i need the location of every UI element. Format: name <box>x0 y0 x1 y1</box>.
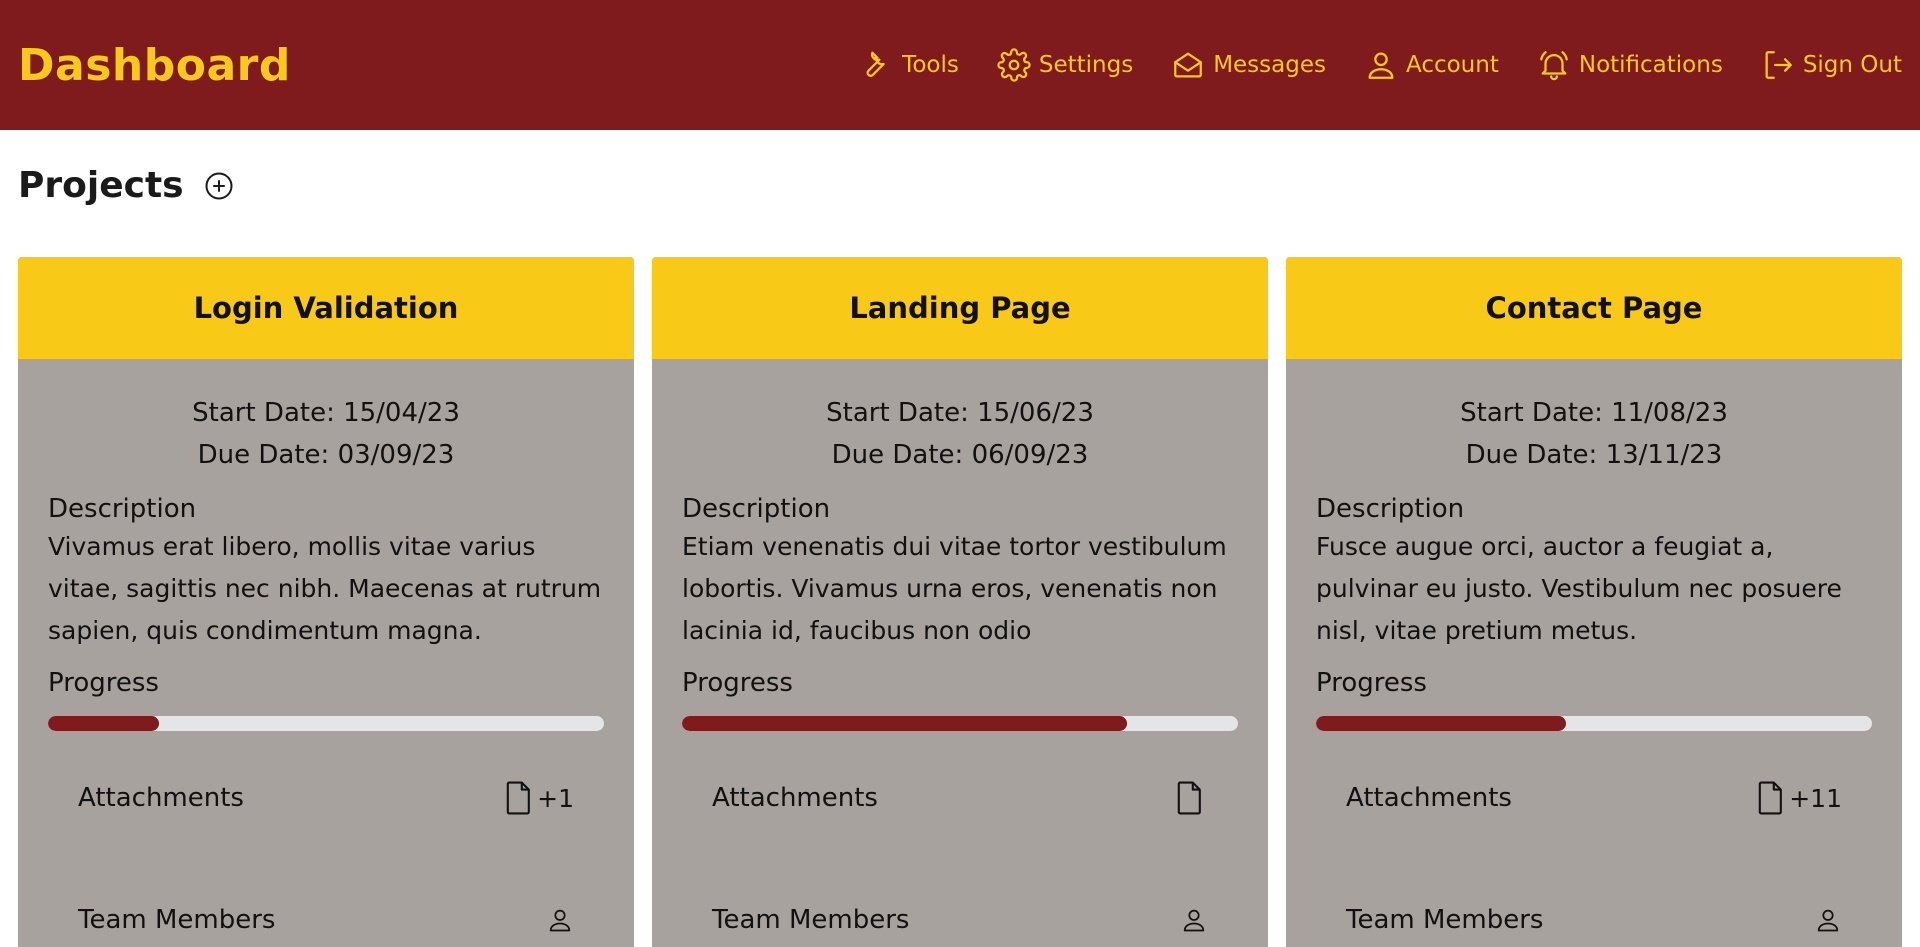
description-label: Description <box>1316 494 1465 524</box>
due-date: Due Date: 03/09/23 <box>197 440 455 470</box>
nav-label: Account <box>1405 52 1499 78</box>
attachments-row[interactable]: Attachments +11 <box>1286 781 1902 815</box>
project-name: Landing Page <box>652 257 1268 359</box>
team-members-label: Team Members <box>1346 905 1544 935</box>
nav-label: Tools <box>902 52 959 78</box>
description-label: Description <box>48 494 197 524</box>
nav-item-tools[interactable]: Tools <box>860 48 959 82</box>
nav-item-notifications[interactable]: Notifications <box>1537 48 1723 82</box>
project-card[interactable]: Landing Page Start Date: 15/06/23 Due Da… <box>652 257 1268 947</box>
top-navbar: Dashboard Tools Settings Messages Accoun… <box>0 0 1920 130</box>
progress-label: Progress <box>48 668 159 698</box>
description-label: Description <box>682 494 831 524</box>
user-icon <box>1368 52 1394 79</box>
start-date: Start Date: 11/08/23 <box>1460 398 1728 428</box>
description-text: Fusce augue orci, auctor a feugiat a, pu… <box>1316 532 1842 645</box>
nav-label: Settings <box>1038 52 1134 78</box>
attachments-label: Attachments <box>1346 783 1512 813</box>
progress-bar <box>1316 716 1872 731</box>
projects-header: Projects <box>18 165 234 206</box>
start-date: Start Date: 15/06/23 <box>826 398 1094 428</box>
nav-label: Notifications <box>1578 52 1723 78</box>
user-icon <box>1183 909 1205 932</box>
app-title[interactable]: Dashboard <box>18 40 291 91</box>
nav-menu: Tools Settings Messages Account Notifica… <box>860 0 1902 130</box>
due-date: Due Date: 06/09/23 <box>831 440 1089 470</box>
description-text: Etiam venenatis dui vitae tortor vestibu… <box>682 532 1227 645</box>
nav-item-messages[interactable]: Messages <box>1171 48 1326 82</box>
envelope-open-icon <box>1174 52 1203 78</box>
attachments-count: +1 <box>537 783 574 813</box>
project-dates: Start Date: 15/04/23 Due Date: 03/09/23 <box>18 392 634 476</box>
attachments-count: +11 <box>1789 783 1842 813</box>
plus-circle-icon <box>205 172 233 199</box>
progress-fill <box>48 716 160 731</box>
progress-bar <box>48 716 604 731</box>
attachments-label: Attachments <box>712 783 878 813</box>
attachments-label: Attachments <box>78 783 244 813</box>
file-icon <box>1177 781 1201 815</box>
project-card[interactable]: Contact Page Start Date: 11/08/23 Due Da… <box>1286 257 1902 947</box>
description-text: Vivamus erat libero, mollis vitae varius… <box>48 532 602 645</box>
nav-label: Messages <box>1213 52 1326 78</box>
start-date: Start Date: 15/04/23 <box>192 398 460 428</box>
team-members-row[interactable]: Team Members <box>652 903 1268 937</box>
file-icon <box>1758 781 1783 815</box>
nav-item-sign-out[interactable]: Sign Out <box>1761 48 1902 82</box>
progress-label: Progress <box>682 668 793 698</box>
attachments-row[interactable]: Attachments +1 <box>18 781 634 815</box>
progress-fill <box>682 716 1127 731</box>
project-name: Login Validation <box>18 257 634 359</box>
bell-icon <box>1539 51 1568 81</box>
nav-item-settings[interactable]: Settings <box>997 48 1133 82</box>
progress-label: Progress <box>1316 668 1427 698</box>
team-members-row[interactable]: Team Members <box>1286 903 1902 937</box>
wrench-icon <box>866 51 885 77</box>
sign-out-icon <box>1765 51 1792 79</box>
add-project-button[interactable] <box>204 171 234 201</box>
file-icon <box>506 781 530 815</box>
user-icon <box>549 909 571 932</box>
attachments-row[interactable]: Attachments <box>652 781 1268 815</box>
gear-icon <box>997 48 1031 82</box>
due-date: Due Date: 13/11/23 <box>1465 440 1723 470</box>
project-card[interactable]: Login Validation Start Date: 15/04/23 Du… <box>18 257 634 947</box>
nav-item-account[interactable]: Account <box>1364 48 1499 82</box>
project-dates: Start Date: 11/08/23 Due Date: 13/11/23 <box>1286 392 1902 476</box>
project-dates: Start Date: 15/06/23 Due Date: 06/09/23 <box>652 392 1268 476</box>
team-members-row[interactable]: Team Members <box>18 903 634 937</box>
project-cards: Login Validation Start Date: 15/04/23 Du… <box>18 257 1902 947</box>
project-name: Contact Page <box>1286 257 1902 359</box>
team-members-label: Team Members <box>712 905 910 935</box>
projects-title: Projects <box>18 165 184 206</box>
progress-fill <box>1316 716 1567 731</box>
progress-bar <box>682 716 1238 731</box>
user-icon <box>1817 909 1839 932</box>
team-members-label: Team Members <box>78 905 276 935</box>
nav-label: Sign Out <box>1802 52 1902 78</box>
